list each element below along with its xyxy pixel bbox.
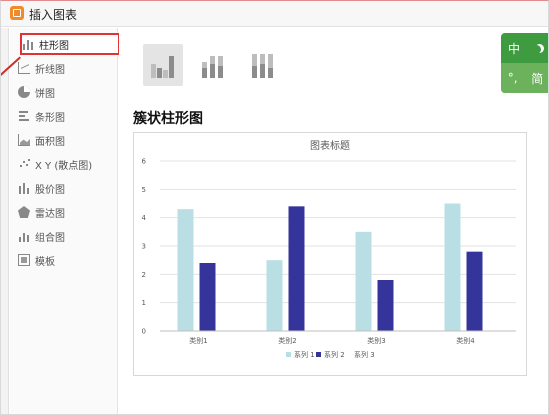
sidebar-item-radar-chart[interactable]: 雷达图 — [18, 201, 118, 223]
sidebar-item-combo-chart[interactable]: 组合图 — [18, 225, 118, 247]
y-tick-label: 5 — [142, 186, 146, 194]
x-tick-label: 类别1 — [189, 336, 207, 345]
sidebar-item-area-chart[interactable]: 面积图 — [18, 129, 118, 151]
y-tick-label: 0 — [142, 328, 146, 336]
chart-preview-panel: 簇状柱形图 图表标题 0 1 2 3 4 5 6 类别1 类别2 类别3 类别4 系列 1 系列 2 系列 … — [119, 28, 548, 414]
line-chart-icon — [18, 62, 30, 74]
ime-punctuation[interactable]: °, — [508, 71, 518, 85]
sidebar-item-label: 股价图 — [35, 184, 65, 196]
legend-label: 系列 3 — [354, 350, 375, 359]
legend-label: 系列 1 — [294, 350, 315, 359]
combo-chart-icon — [18, 230, 30, 242]
bar-2 — [377, 280, 394, 331]
title-bar: 插入图表 — [1, 1, 548, 27]
radar-chart-icon — [18, 206, 30, 218]
chart-svg: 图表标题 0 1 2 3 4 5 6 类别1 类别2 类别3 类别4 系列 1 系列 2 系列 3 — [142, 139, 516, 359]
legend-swatch — [316, 352, 321, 357]
bar-2 — [288, 206, 305, 331]
y-tick-label: 3 — [142, 243, 146, 251]
y-tick-label: 6 — [142, 158, 147, 166]
left-edge — [1, 28, 9, 414]
sidebar-item-label: 饼图 — [35, 88, 55, 100]
sidebar-item-label: 柱形图 — [39, 40, 69, 52]
subtype-stacked-column[interactable] — [193, 44, 233, 86]
ime-toolbar[interactable]: 中 °, 简 — [501, 33, 548, 93]
bar-1 — [266, 260, 283, 331]
subtype-clustered-column[interactable] — [143, 44, 183, 86]
app-logo-icon — [10, 6, 24, 20]
template-icon — [18, 254, 30, 266]
y-tick-label: 1 — [142, 299, 146, 307]
area-chart-icon — [18, 134, 30, 146]
sidebar-item-label: 模板 — [35, 256, 55, 268]
insert-chart-dialog: 插入图表 柱形图 折线图 饼图 条形图 面积图 X Y (散点图) 股价图 雷达… — [0, 0, 549, 415]
sidebar-item-label: 面积图 — [35, 136, 65, 148]
sidebar-item-column-chart[interactable]: 柱形图 — [20, 33, 120, 55]
ime-mode[interactable]: 简 — [531, 70, 543, 87]
scatter-chart-icon — [18, 158, 30, 170]
sidebar-item-label: X Y (散点图) — [35, 160, 93, 172]
moon-icon[interactable] — [532, 45, 541, 54]
legend-label: 系列 2 — [324, 350, 345, 359]
x-tick-label: 类别4 — [456, 336, 475, 345]
dialog-title: 插入图表 — [29, 8, 78, 22]
sidebar-item-label: 组合图 — [35, 232, 65, 244]
bar-2 — [199, 263, 216, 331]
bar-1 — [355, 231, 372, 331]
sidebar-item-label: 雷达图 — [35, 208, 65, 220]
legend-swatch — [286, 352, 291, 357]
sidebar-item-label: 条形图 — [35, 112, 65, 124]
ime-language[interactable]: 中 — [508, 40, 520, 57]
sidebar-item-pie-chart[interactable]: 饼图 — [18, 81, 118, 103]
sidebar-item-line-chart[interactable]: 折线图 — [18, 57, 118, 79]
bar-1 — [177, 209, 194, 331]
column-chart-icon — [22, 38, 34, 50]
x-tick-label: 类别2 — [278, 336, 296, 345]
bar-chart-icon — [18, 110, 30, 122]
chart-title: 图表标题 — [310, 139, 350, 152]
bar-1 — [444, 203, 461, 331]
sidebar-item-template[interactable]: 模板 — [18, 249, 118, 271]
stock-chart-icon — [18, 182, 30, 194]
chart-subtype-title: 簇状柱形图 — [133, 111, 203, 127]
sidebar-item-scatter-chart[interactable]: X Y (散点图) — [18, 153, 118, 175]
pie-chart-icon — [18, 86, 30, 98]
sidebar-item-bar-chart[interactable]: 条形图 — [18, 105, 118, 127]
chart-type-sidebar: 柱形图 折线图 饼图 条形图 面积图 X Y (散点图) 股价图 雷达图 组合图… — [10, 28, 120, 414]
sidebar-item-label: 折线图 — [35, 64, 65, 76]
y-tick-label: 2 — [142, 271, 146, 279]
y-tick-label: 4 — [142, 214, 147, 222]
x-tick-label: 类别3 — [367, 336, 385, 345]
chart-preview[interactable]: 图表标题 0 1 2 3 4 5 6 类别1 类别2 类别3 类别4 系列 1 系列 2 系列 3 — [133, 132, 527, 376]
subtype-percent-stacked-column[interactable] — [243, 44, 283, 86]
bar-2 — [466, 251, 483, 331]
sidebar-item-stock-chart[interactable]: 股价图 — [18, 177, 118, 199]
